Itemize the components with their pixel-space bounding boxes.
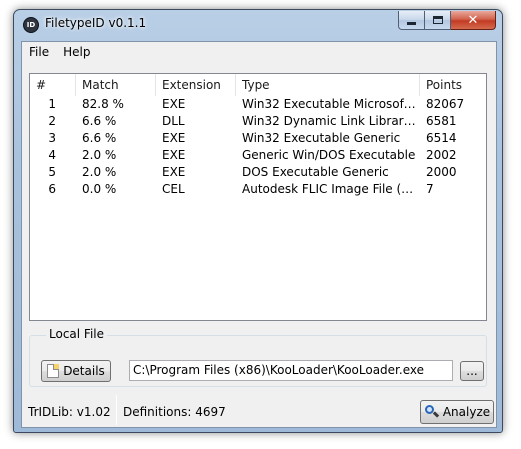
row-extension: DLL: [162, 114, 185, 128]
details-button[interactable]: Details: [41, 360, 111, 382]
browse-button[interactable]: ...: [460, 361, 484, 381]
column-header-extension[interactable]: Extension: [156, 74, 236, 96]
menu-file[interactable]: File: [22, 42, 56, 62]
column-header-type[interactable]: Type: [236, 74, 420, 96]
browse-button-label: ...: [466, 364, 478, 378]
row-number: 1: [48, 97, 56, 111]
app-window: ID FiletypeID v0.1.1 ✕ File Help # Match…: [13, 9, 503, 433]
row-type: Win32 Executable Generic: [242, 131, 401, 145]
menu-bar: File Help: [22, 42, 496, 62]
maximize-icon: [432, 16, 443, 24]
row-type: Win32 Dynamic Link Library (ge...: [242, 114, 420, 128]
row-type: Autodesk FLIC Image File (exten...: [242, 182, 420, 196]
minimize-button[interactable]: [398, 11, 425, 30]
app-icon[interactable]: ID: [23, 17, 39, 33]
row-match: 6.6 %: [82, 114, 117, 128]
row-points: 6581: [426, 114, 457, 128]
result-row[interactable]: 3 6.6 % EXE Win32 Executable Generic 651…: [30, 130, 486, 147]
row-extension: EXE: [162, 97, 186, 111]
result-row[interactable]: 4 2.0 % EXE Generic Win/DOS Executable 2…: [30, 147, 486, 164]
row-extension: EXE: [162, 165, 186, 179]
row-extension: EXE: [162, 148, 186, 162]
row-points: 7: [426, 182, 434, 196]
menu-help[interactable]: Help: [56, 42, 97, 62]
row-match: 82.8 %: [82, 97, 124, 111]
file-path-field[interactable]: C:\Program Files (x86)\KooLoader\KooLoad…: [129, 360, 453, 381]
column-header-points[interactable]: Points: [420, 74, 486, 96]
row-extension: CEL: [162, 182, 185, 196]
maximize-button[interactable]: [425, 11, 451, 30]
row-type: Win32 Executable Microsoft Vis...: [242, 97, 420, 111]
window-title: FiletypeID v0.1.1: [45, 16, 147, 30]
list-header: # Match Extension Type Points: [30, 74, 486, 96]
caption-buttons: ✕: [398, 11, 496, 31]
row-number: 2: [48, 114, 56, 128]
row-extension: EXE: [162, 131, 186, 145]
document-icon: [47, 364, 60, 378]
result-row[interactable]: 5 2.0 % EXE DOS Executable Generic 2000: [30, 164, 486, 181]
trid-lib-version: TrIDLib: v1.02: [28, 405, 111, 419]
client-area: File Help # Match Extension Type Points …: [21, 41, 497, 428]
row-match: 0.0 %: [82, 182, 117, 196]
row-points: 82067: [426, 97, 465, 111]
definitions-count: Definitions: 4697: [123, 405, 226, 419]
close-icon: ✕: [467, 12, 479, 28]
result-row[interactable]: 2 6.6 % DLL Win32 Dynamic Link Library (…: [30, 113, 486, 130]
local-file-label: Local File: [46, 327, 107, 341]
minimize-icon: [407, 21, 416, 25]
row-match: 2.0 %: [82, 165, 117, 179]
result-row[interactable]: 1 82.8 % EXE Win32 Executable Microsoft …: [30, 96, 486, 113]
row-match: 2.0 %: [82, 148, 117, 162]
status-separator: [116, 395, 117, 425]
row-number: 5: [48, 165, 56, 179]
row-type: DOS Executable Generic: [242, 165, 389, 179]
row-points: 6514: [426, 131, 457, 145]
title-bar[interactable]: ID FiletypeID v0.1.1 ✕: [14, 10, 502, 39]
analyze-button-label: Analyze: [442, 405, 491, 419]
row-match: 6.6 %: [82, 131, 117, 145]
row-number: 4: [48, 148, 56, 162]
row-number: 6: [48, 182, 56, 196]
column-header-number[interactable]: #: [30, 74, 76, 96]
close-button[interactable]: ✕: [451, 11, 496, 30]
column-header-match[interactable]: Match: [76, 74, 156, 96]
details-button-label: Details: [63, 364, 105, 378]
results-list[interactable]: # Match Extension Type Points 1 82.8 % E…: [29, 73, 487, 321]
result-row[interactable]: 6 0.0 % CEL Autodesk FLIC Image File (ex…: [30, 181, 486, 198]
magnifier-icon: [424, 405, 440, 419]
row-points: 2000: [426, 165, 457, 179]
row-type: Generic Win/DOS Executable: [242, 148, 416, 162]
row-points: 2002: [426, 148, 457, 162]
list-rows: 1 82.8 % EXE Win32 Executable Microsoft …: [30, 96, 486, 198]
analyze-button[interactable]: Analyze: [420, 400, 494, 424]
row-number: 3: [48, 131, 56, 145]
